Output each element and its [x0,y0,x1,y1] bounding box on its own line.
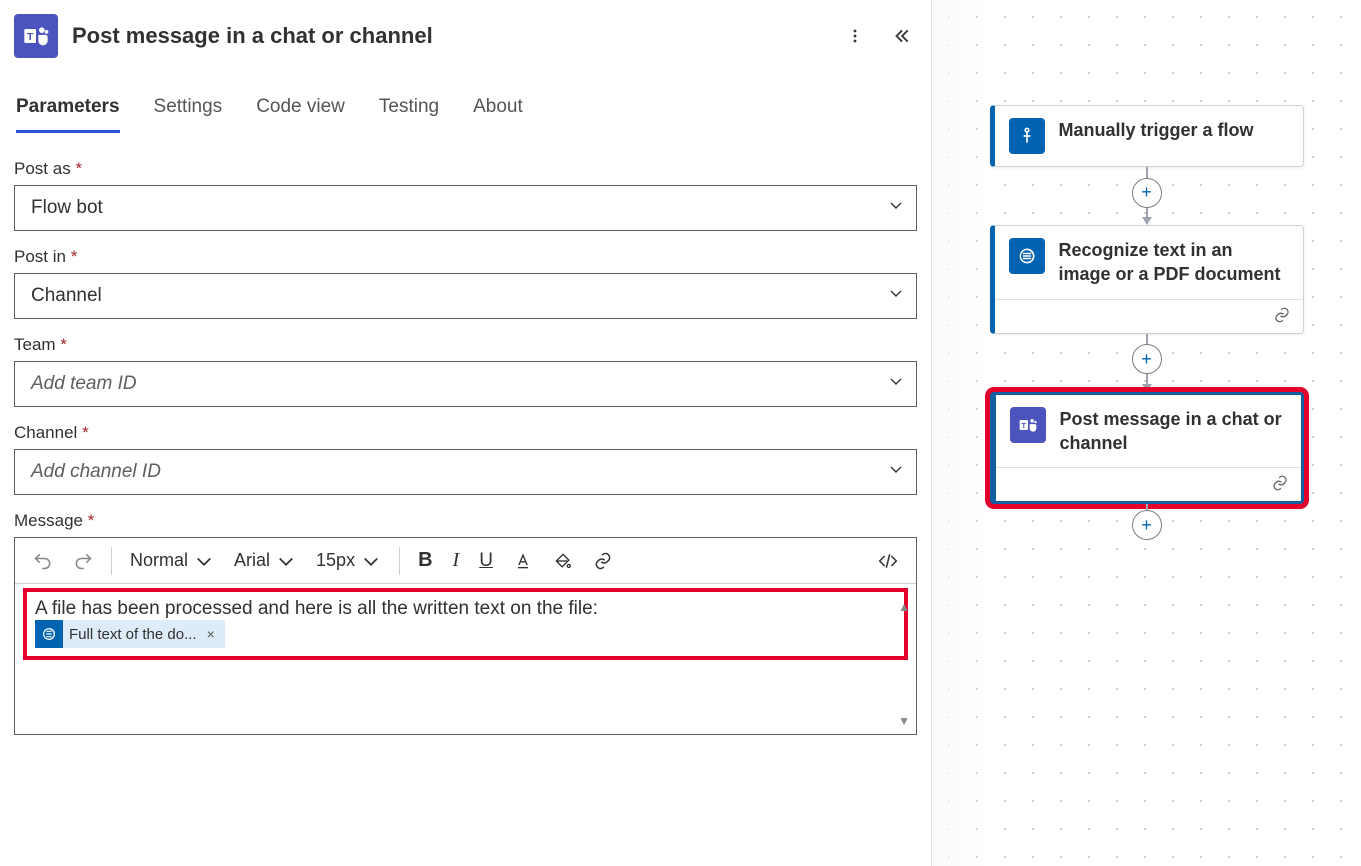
link-icon [1271,474,1289,495]
post-in-label: Post in * [14,247,917,267]
editor-toolbar: Normal Arial 15px B I U [15,538,916,584]
chevron-down-icon [888,285,904,307]
flow-node-trigger[interactable]: Manually trigger a flow [990,105,1304,167]
bold-button[interactable]: B [410,544,440,578]
connector: + [1132,167,1162,225]
italic-button[interactable]: I [445,544,468,578]
post-as-value: Flow bot [31,197,103,219]
config-panel: T Post message in a chat or channel Para… [0,0,932,866]
teams-icon: T [1010,407,1046,443]
tab-parameters[interactable]: Parameters [16,90,120,133]
channel-label: Channel * [14,423,917,443]
tab-about[interactable]: About [473,90,523,133]
post-in-value: Channel [31,285,102,307]
add-step-button[interactable]: + [1132,178,1162,208]
flow-canvas[interactable]: Manually trigger a flow + Recognize [932,0,1361,866]
connector: + [1132,504,1162,544]
teams-icon: T [14,14,58,58]
post-as-select[interactable]: Flow bot [14,185,917,231]
node-title: Manually trigger a flow [1059,118,1254,142]
chevron-down-icon [888,461,904,483]
text-color-button[interactable] [505,544,541,578]
highlight-annotation: A file has been processed and here is al… [23,588,908,660]
panel-title: Post message in a chat or channel [72,23,825,49]
channel-placeholder: Add channel ID [31,461,161,483]
post-in-select[interactable]: Channel [14,273,917,319]
scroll-up-icon[interactable]: ▲ [898,600,910,614]
flow-node-post-message[interactable]: T Post message in a chat or channel [990,392,1304,505]
link-button[interactable] [585,544,621,578]
editor-body[interactable]: ▲ A file has been processed and here is … [15,584,916,734]
message-text: A file has been processed and here is al… [35,598,598,619]
ai-icon [35,620,63,648]
team-select[interactable]: Add team ID [14,361,917,407]
scroll-down-icon[interactable]: ▼ [898,714,910,728]
channel-select[interactable]: Add channel ID [14,449,917,495]
undo-button[interactable] [25,544,61,578]
connector: + [1132,334,1162,392]
chevron-down-icon [888,197,904,219]
code-view-button[interactable] [870,544,906,578]
svg-text:T: T [27,31,34,43]
token-remove-button[interactable]: × [203,626,219,642]
team-placeholder: Add team ID [31,373,137,395]
chevron-down-icon [888,373,904,395]
add-step-button[interactable]: + [1132,510,1162,540]
more-button[interactable] [839,20,871,52]
redo-button[interactable] [65,544,101,578]
panel-header: T Post message in a chat or channel [14,10,917,66]
add-step-button[interactable]: + [1132,344,1162,374]
style-select[interactable]: Normal [122,544,222,578]
tab-settings[interactable]: Settings [154,90,223,133]
message-editor: Normal Arial 15px B I U [14,537,917,735]
dynamic-token[interactable]: Full text of the do... × [35,620,225,648]
token-label: Full text of the do... [69,626,197,643]
collapse-button[interactable] [885,20,917,52]
trigger-icon [1009,118,1045,154]
post-as-label: Post as * [14,159,917,179]
node-title: Post message in a chat or channel [1060,407,1287,456]
svg-text:T: T [1021,421,1026,430]
fill-color-button[interactable] [545,544,581,578]
tab-code-view[interactable]: Code view [256,90,345,133]
node-title: Recognize text in an image or a PDF docu… [1059,238,1289,287]
size-select[interactable]: 15px [308,544,389,578]
flow-node-recognize[interactable]: Recognize text in an image or a PDF docu… [990,225,1304,334]
underline-button[interactable]: U [471,544,501,578]
link-icon [1273,306,1291,327]
team-label: Team * [14,335,917,355]
message-label: Message * [14,511,917,531]
tab-row: Parameters Settings Code view Testing Ab… [14,90,917,133]
ai-icon [1009,238,1045,274]
font-select[interactable]: Arial [226,544,304,578]
tab-testing[interactable]: Testing [379,90,439,133]
